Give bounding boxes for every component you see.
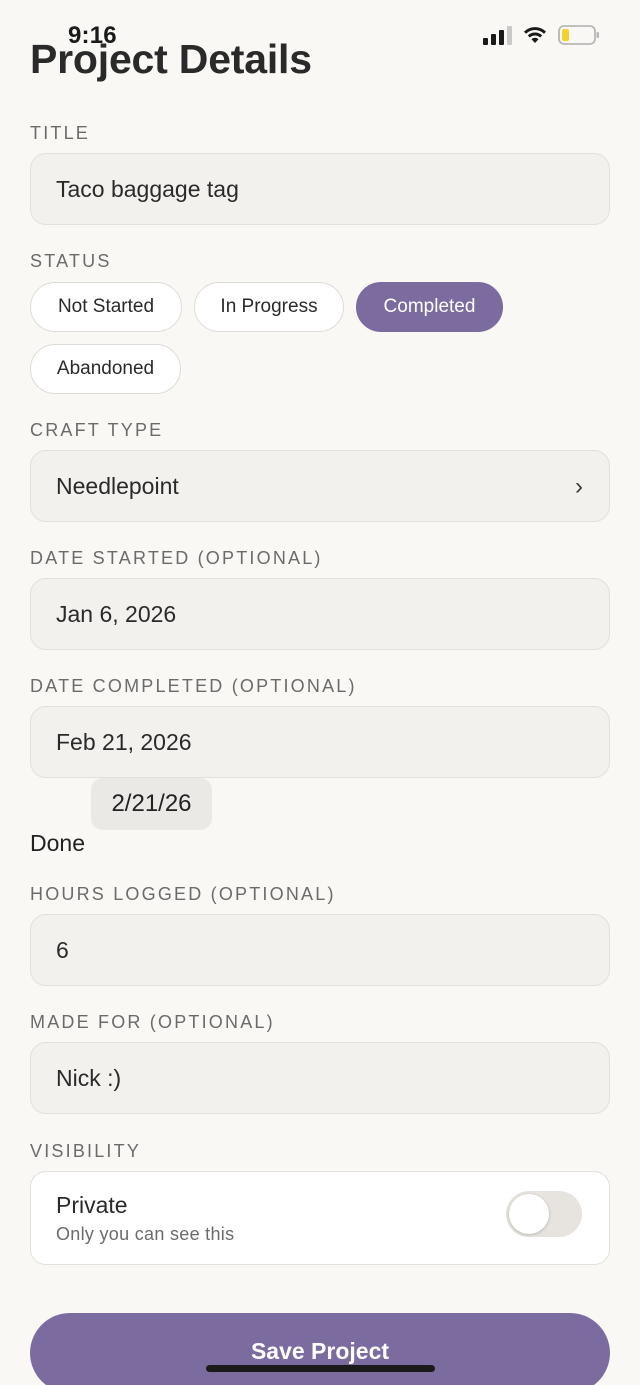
hours-label: HOURS LOGGED (OPTIONAL) — [30, 884, 336, 904]
wifi-icon — [524, 27, 546, 43]
date-started-field[interactable]: Jan 6, 2026 — [30, 578, 610, 650]
status-chip-in-progress[interactable]: In Progress — [194, 282, 344, 332]
date-completed-label: DATE COMPLETED (OPTIONAL) — [30, 676, 357, 696]
date-started-label: DATE STARTED (OPTIONAL) — [30, 548, 323, 568]
battery-icon — [558, 25, 599, 45]
status-chip-not-started[interactable]: Not Started — [30, 282, 182, 332]
made-for-input[interactable]: Nick :) — [30, 1042, 610, 1114]
title-label: TITLE — [30, 123, 91, 143]
toggle-knob — [509, 1194, 549, 1234]
status-icons — [483, 24, 600, 46]
page-title: Project Details — [30, 36, 312, 82]
status-chip-abandoned[interactable]: Abandoned — [30, 344, 181, 394]
craft-type-value: Needlepoint — [56, 472, 179, 499]
status-label: STATUS — [30, 251, 112, 271]
date-picker-value[interactable]: 2/21/26 — [91, 778, 212, 830]
date-completed-field[interactable]: Feb 21, 2026 — [30, 706, 610, 778]
status-chip-completed[interactable]: Completed — [356, 282, 503, 332]
chevron-right-icon: › — [575, 473, 583, 500]
craft-type-label: CRAFT TYPE — [30, 420, 164, 440]
craft-type-selector[interactable]: Needlepoint › — [30, 450, 610, 522]
home-indicator — [206, 1365, 435, 1372]
signal-icon — [483, 25, 512, 45]
project-details-screen: 9:16 Project Details TITLE Taco baggage … — [0, 0, 640, 1385]
done-button[interactable]: Done — [30, 830, 85, 857]
visibility-card: Private Only you can see this — [30, 1171, 610, 1265]
visibility-toggle[interactable] — [506, 1191, 582, 1237]
made-for-label: MADE FOR (OPTIONAL) — [30, 1012, 275, 1032]
hours-input[interactable]: 6 — [30, 914, 610, 986]
visibility-label: VISIBILITY — [30, 1141, 142, 1161]
visibility-title: Private — [56, 1192, 128, 1218]
title-input[interactable]: Taco baggage tag — [30, 153, 610, 225]
save-project-button[interactable]: Save Project — [30, 1313, 610, 1385]
visibility-subtitle: Only you can see this — [56, 1224, 235, 1244]
